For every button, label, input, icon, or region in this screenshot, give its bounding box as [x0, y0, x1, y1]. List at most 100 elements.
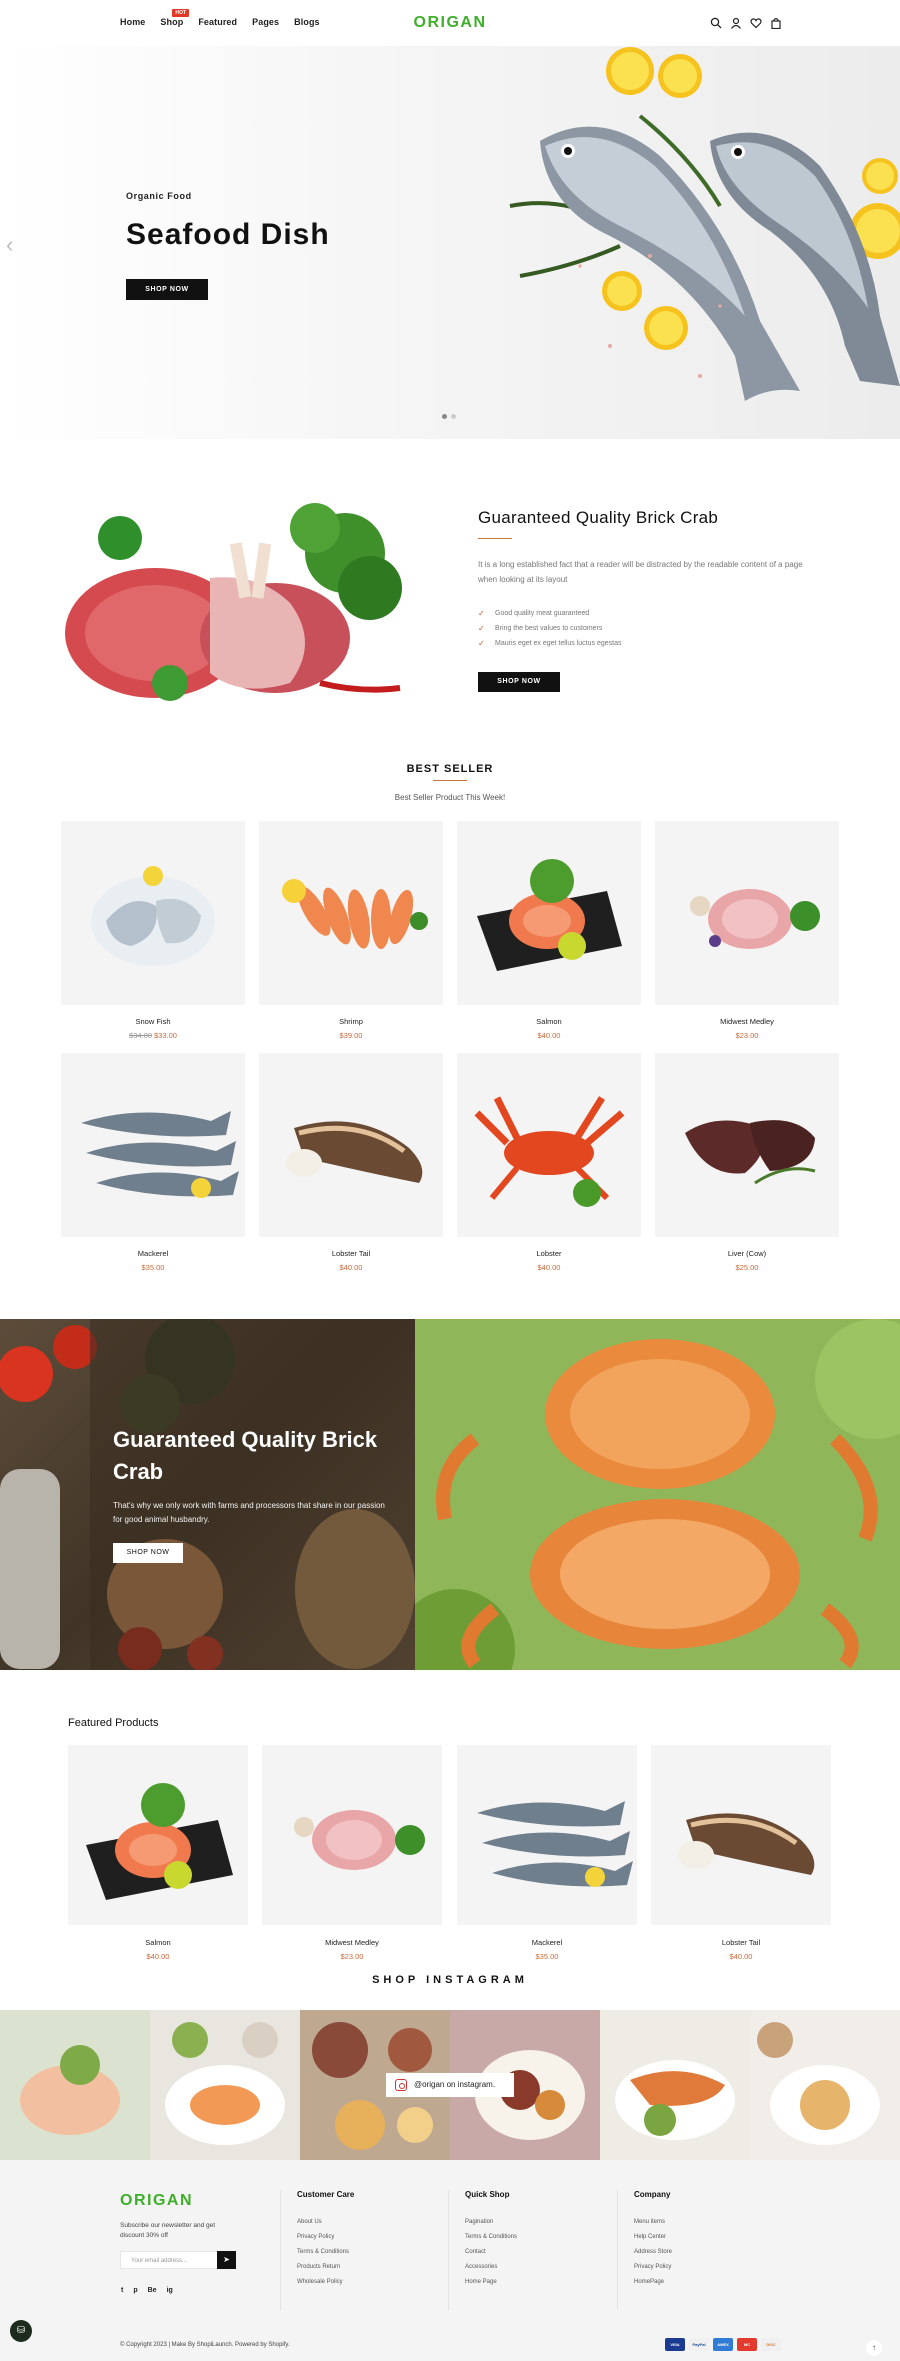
featured-product-card[interactable]: Mackerel $35.00: [457, 1745, 637, 1961]
product-price: $35.00: [141, 1263, 165, 1272]
product-image[interactable]: [651, 1745, 831, 1925]
product-card[interactable]: Lobster $40.00: [457, 1053, 641, 1272]
footer-link[interactable]: Products Return: [297, 2264, 354, 2279]
instagram-icon[interactable]: ig: [167, 2287, 173, 2294]
product-image[interactable]: [259, 1053, 443, 1237]
hero-prev-arrow[interactable]: ‹: [6, 232, 13, 258]
twitter-icon[interactable]: t: [121, 2287, 123, 2294]
instagram-handle-link[interactable]: @origan on instagram.: [386, 2073, 514, 2097]
product-name[interactable]: Salmon: [457, 1017, 641, 1026]
product-card[interactable]: Shrimp $39.00: [259, 821, 443, 1040]
about-divider: [478, 538, 512, 539]
arrow-up-icon: ↑: [872, 2343, 876, 2352]
hero-title: Seafood Dish: [126, 218, 330, 251]
back-to-top-button[interactable]: ↑: [866, 2340, 882, 2356]
footer-link[interactable]: Home Page: [465, 2279, 517, 2294]
bag-icon[interactable]: [770, 16, 782, 30]
footer-link[interactable]: Pagination: [465, 2219, 517, 2234]
search-icon[interactable]: [710, 16, 722, 29]
product-image[interactable]: [61, 1053, 245, 1237]
product-card[interactable]: Liver (Cow) $25.00: [655, 1053, 839, 1272]
amex-icon: AMEX: [713, 2338, 733, 2351]
hero-shop-now-button[interactable]: SHOP NOW: [126, 279, 208, 300]
footer-link[interactable]: Terms & Conditions: [297, 2249, 354, 2264]
instagram-photo[interactable]: [600, 2010, 750, 2160]
banner-title: Guaranteed Quality Brick Crab: [113, 1427, 378, 1484]
banner-overlay: [90, 1319, 415, 1670]
product-name[interactable]: Mackerel: [457, 1938, 637, 1947]
visa-icon: VISA: [665, 2338, 685, 2351]
product-card[interactable]: Lobster Tail $40.00: [259, 1053, 443, 1272]
shopify-bag-icon[interactable]: ⛁: [10, 2320, 32, 2342]
product-image[interactable]: [457, 1745, 637, 1925]
instagram-icon: [395, 2079, 407, 2091]
instagram-title: SHOP INSTAGRAM: [372, 1974, 528, 1986]
newsletter-email-input[interactable]: Your email address...: [120, 2251, 220, 2269]
product-image[interactable]: [655, 1053, 839, 1237]
product-image[interactable]: [61, 821, 245, 1005]
product-name[interactable]: Lobster Tail: [259, 1249, 443, 1258]
pinterest-icon[interactable]: p: [133, 2287, 137, 2294]
product-name[interactable]: Midwest Medley: [262, 1938, 442, 1947]
heart-icon[interactable]: [750, 16, 762, 29]
about-shop-now-button[interactable]: SHOP NOW: [478, 672, 560, 692]
about-list: Good quality meat guaranteed Bring the b…: [478, 606, 621, 651]
product-name[interactable]: Lobster: [457, 1249, 641, 1258]
featured-product-card[interactable]: Midwest Medley $23.00: [262, 1745, 442, 1961]
footer-link[interactable]: About Us: [297, 2219, 354, 2234]
footer-link[interactable]: Address Store: [634, 2249, 672, 2264]
featured-product-card[interactable]: Lobster Tail $40.00: [651, 1745, 831, 1961]
product-price: $40.00: [339, 1263, 363, 1272]
footer-link[interactable]: Menu items: [634, 2219, 672, 2234]
product-image[interactable]: [68, 1745, 248, 1925]
newsletter-submit-button[interactable]: ➤: [217, 2251, 236, 2269]
user-icon[interactable]: [730, 16, 742, 29]
hero-dots: [442, 414, 456, 419]
footer-link[interactable]: Wholesale Policy: [297, 2279, 354, 2294]
crab-image: [395, 1319, 900, 1670]
product-image[interactable]: [655, 821, 839, 1005]
footer-link[interactable]: Contact: [465, 2249, 517, 2264]
best-seller-title: BEST SELLER: [406, 763, 494, 775]
product-image[interactable]: [262, 1745, 442, 1925]
footer-link[interactable]: Help Center: [634, 2234, 672, 2249]
footer-column-title: Customer Care: [297, 2190, 355, 2199]
instagram-photo[interactable]: [750, 2010, 900, 2160]
product-name[interactable]: Mackerel: [61, 1249, 245, 1258]
instagram-photo[interactable]: [150, 2010, 300, 2160]
hero-slider: ‹ Organic Food Seafood Dish SHOP NOW: [0, 46, 900, 439]
product-name[interactable]: Midwest Medley: [655, 1017, 839, 1026]
footer-link[interactable]: Privacy Policy: [634, 2264, 672, 2279]
featured-product-card[interactable]: Salmon $40.00: [68, 1745, 248, 1961]
product-price: $23.00: [735, 1031, 759, 1040]
product-name[interactable]: Lobster Tail: [651, 1938, 831, 1947]
newsletter-text: Subscribe our newsletter and get discoun…: [120, 2222, 216, 2239]
product-image[interactable]: [259, 821, 443, 1005]
slide-dot[interactable]: [442, 414, 447, 419]
send-icon: ➤: [223, 2255, 230, 2264]
product-image[interactable]: [457, 1053, 641, 1237]
footer-link[interactable]: Terms & Conditions: [465, 2234, 517, 2249]
product-price: $40.00: [729, 1952, 753, 1961]
product-price: $35.00: [535, 1952, 559, 1961]
product-name[interactable]: Salmon: [68, 1938, 248, 1947]
product-card[interactable]: Salmon $40.00: [457, 821, 641, 1040]
header-icons: [710, 16, 782, 30]
product-name[interactable]: Shrimp: [259, 1017, 443, 1026]
footer-link[interactable]: Accessories: [465, 2264, 517, 2279]
best-seller-subtitle: Best Seller Product This Week!: [394, 793, 506, 802]
product-name[interactable]: Liver (Cow): [655, 1249, 839, 1258]
banner-shop-now-button[interactable]: SHOP NOW: [113, 1543, 183, 1563]
footer-logo[interactable]: ORIGAN: [120, 2192, 193, 2210]
behance-icon[interactable]: Be: [148, 2287, 157, 2294]
instagram-photo[interactable]: [0, 2010, 150, 2160]
product-card[interactable]: Midwest Medley $23.00: [655, 821, 839, 1040]
product-name[interactable]: Snow Fish: [61, 1017, 245, 1026]
product-card[interactable]: Snow Fish $34.00 $33.00: [61, 821, 245, 1040]
product-image[interactable]: [457, 821, 641, 1005]
footer-link[interactable]: HomePage: [634, 2279, 672, 2294]
slide-dot[interactable]: [451, 414, 456, 419]
product-price: $40.00: [537, 1263, 561, 1272]
product-card[interactable]: Mackerel $35.00: [61, 1053, 245, 1272]
footer-link[interactable]: Privacy Policy: [297, 2234, 354, 2249]
